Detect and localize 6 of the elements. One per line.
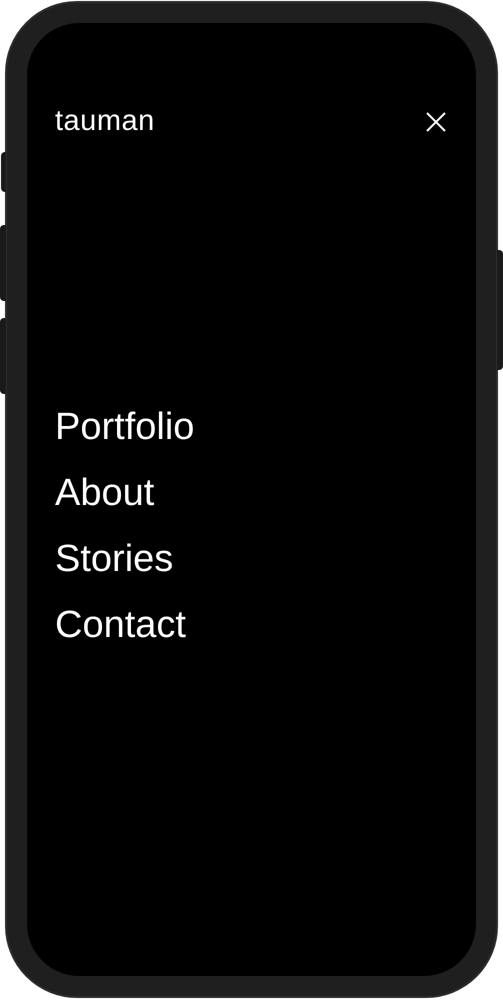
menu-link[interactable]: Stories xyxy=(55,536,174,582)
menu-link[interactable]: Contact xyxy=(55,602,186,648)
logo[interactable]: tauman xyxy=(55,107,155,136)
menu-link[interactable]: About xyxy=(55,470,154,516)
close-icon[interactable] xyxy=(426,112,446,132)
menu-link[interactable]: Portfolio xyxy=(55,404,194,450)
